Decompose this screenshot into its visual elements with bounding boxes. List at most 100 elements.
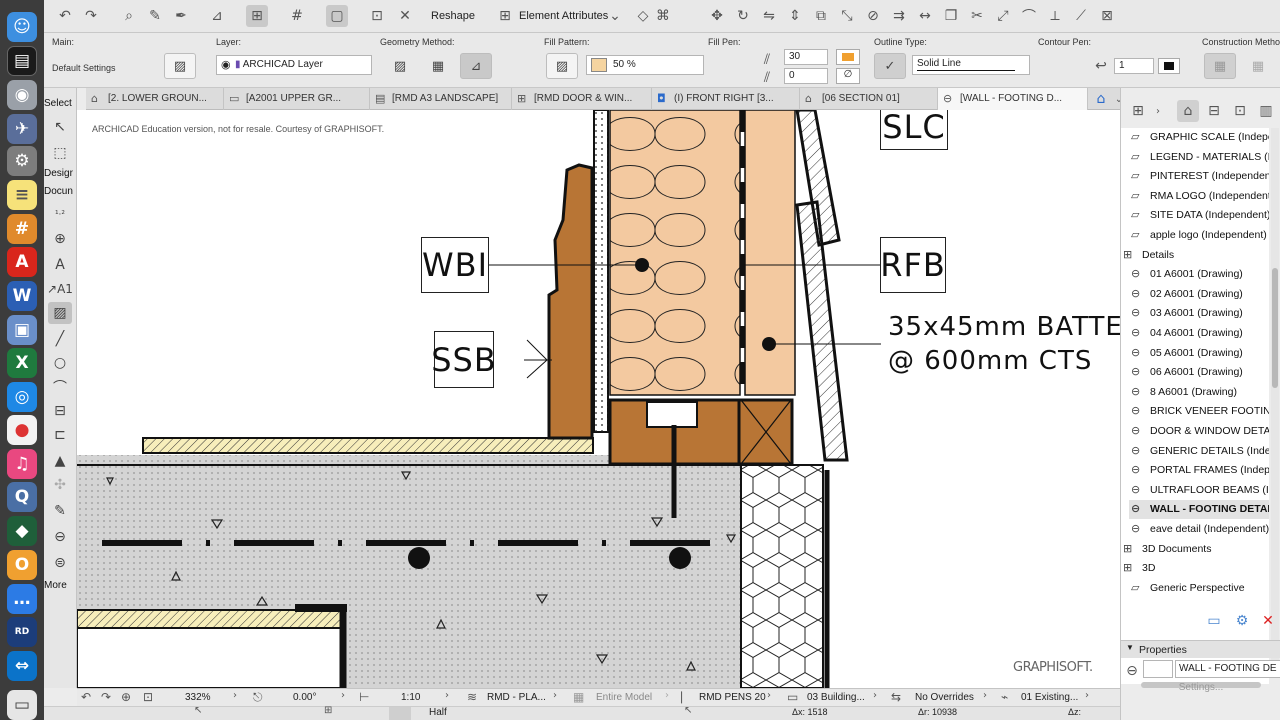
contour-pen-field[interactable]: 1: [1114, 58, 1154, 74]
navigator-item[interactable]: ⊖ GENERIC DETAILS (Independent): [1129, 442, 1269, 461]
navigator-item[interactable]: ⊖ WALL - FOOTING DETAIL: [1129, 500, 1269, 520]
properties-name-field[interactable]: WALL - FOOTING DE: [1175, 660, 1280, 678]
level-dimension-tool-icon[interactable]: ⊕: [48, 228, 72, 250]
fillet-icon[interactable]: ⌒: [1018, 5, 1040, 27]
construction-method-alt-icon[interactable]: ▦: [1242, 53, 1274, 79]
cursor-icon[interactable]: ↖: [194, 705, 202, 716]
system-preferences-icon[interactable]: ⚙: [7, 146, 37, 176]
navigator-item[interactable]: ▱ SITE DATA (Independent): [1129, 206, 1269, 225]
reshape-menu[interactable]: Reshape: [431, 10, 475, 22]
tab-a3-landscape[interactable]: ▤ [RMD A3 LANDSCAPE]: [370, 88, 512, 110]
drawing-canvas[interactable]: ARCHICAD Education version, not for resa…: [77, 110, 1120, 688]
settings-icon[interactable]: ⚙: [1231, 610, 1253, 632]
acrobat-icon[interactable]: A: [7, 247, 37, 277]
section-tool-icon[interactable]: ▲: [48, 450, 72, 472]
new-folder-icon[interactable]: ▭: [1203, 610, 1225, 632]
scroll-thumb[interactable]: [1272, 268, 1278, 388]
delete-icon[interactable]: ✕: [1257, 610, 1279, 632]
eyedropper-icon[interactable]: ◇: [632, 5, 654, 27]
navigator-item[interactable]: ▱ Generic Perspective: [1129, 579, 1269, 598]
navigator-item[interactable]: ⊖ BRICK VENEER FOOTING: [1129, 402, 1269, 421]
pen-set[interactable]: RMD PENS 20: [699, 692, 766, 703]
tab-lower-ground[interactable]: ⌂ [2. LOWER GROUN...: [86, 88, 224, 110]
drawing-tool-icon[interactable]: ⊟: [48, 400, 72, 422]
redo-zoom-icon[interactable]: ↷: [101, 690, 111, 704]
organizer-icon[interactable]: ▥: [1255, 100, 1277, 122]
text-tool-icon[interactable]: A: [48, 254, 72, 276]
safari-icon[interactable]: ◎: [7, 382, 37, 412]
stretch-icon[interactable]: ↔: [914, 5, 936, 27]
intersect-icon[interactable]: ⟂: [1044, 5, 1066, 27]
marquee-tool-icon[interactable]: ⬚: [48, 142, 72, 164]
navigator-folder[interactable]: ⊞ Details: [1121, 246, 1269, 265]
pick-up-icon[interactable]: ✎: [144, 5, 166, 27]
main-value[interactable]: Default Settings: [52, 63, 116, 73]
elevate-icon[interactable]: ⇕: [784, 5, 806, 27]
fill-pen-field[interactable]: 30: [784, 49, 828, 65]
special-snap-icon[interactable]: [389, 707, 411, 720]
line-tool-icon[interactable]: ╱: [48, 328, 72, 350]
label-tool-icon[interactable]: ↗A1: [47, 278, 73, 300]
navigator-folder[interactable]: ⊞ 3D: [1121, 559, 1269, 578]
snap-half-label[interactable]: Half: [429, 707, 447, 718]
project-map-icon[interactable]: ⊞: [1127, 100, 1149, 122]
navigator-item[interactable]: ⊖ 06 A6001 (Drawing): [1129, 363, 1269, 382]
navigator-item[interactable]: ⊖ 05 A6001 (Drawing): [1129, 344, 1269, 363]
navigator-folder[interactable]: ⊞ 3D Documents: [1121, 540, 1269, 559]
calculator-icon[interactable]: #: [7, 214, 37, 244]
navigator-item[interactable]: ⊖ 8 A6001 (Drawing): [1129, 383, 1269, 402]
navigator-item[interactable]: ▱ GRAPHIC SCALE (Independent): [1129, 128, 1269, 147]
chrome-icon[interactable]: ●: [7, 415, 37, 445]
chevron-right-icon[interactable]: ›: [873, 690, 877, 701]
word-icon[interactable]: W: [7, 281, 37, 311]
disk-utility-icon[interactable]: ◉: [7, 80, 37, 110]
navigator-item[interactable]: ▱ LEGEND - MATERIALS (Independent): [1129, 148, 1269, 167]
navigator-item[interactable]: ▱ apple logo (Independent): [1129, 226, 1269, 245]
navigator-item[interactable]: ▱ PINTEREST (Independent): [1129, 167, 1269, 186]
excel-icon[interactable]: X: [7, 348, 37, 378]
launchpad-icon[interactable]: ✈: [7, 114, 37, 144]
move-icon[interactable]: ✥: [706, 5, 728, 27]
grid-snap-icon[interactable]: #: [286, 5, 308, 27]
navigator-item[interactable]: ▱ RMA LOGO (Independent): [1129, 187, 1269, 206]
properties-header[interactable]: ▼ Properties: [1121, 640, 1280, 658]
snap-icon[interactable]: ⊞: [324, 705, 332, 716]
messages-icon[interactable]: …: [7, 584, 37, 614]
trim-icon[interactable]: ✂: [966, 5, 988, 27]
properties-id-field[interactable]: [1143, 660, 1173, 678]
worksheet-tool-icon[interactable]: ⊜: [48, 552, 72, 574]
tab-upper-ground[interactable]: ▭ [A2001 UPPER GR...: [224, 88, 370, 110]
construction-method-icon[interactable]: ▦: [1204, 53, 1236, 79]
drawing-scale[interactable]: 1:10: [401, 692, 420, 703]
geometry-polygon-icon[interactable]: ⊿: [460, 53, 492, 79]
navigator-item[interactable]: ⊖ 03 A6001 (Drawing): [1129, 304, 1269, 323]
split-icon[interactable]: ⊘: [862, 5, 884, 27]
navigator-item[interactable]: ⊖ 04 A6001 (Drawing): [1129, 324, 1269, 343]
fill-tool-icon[interactable]: ▨: [48, 302, 72, 324]
layer-select[interactable]: ◉ ▮ ARCHICAD Layer: [216, 55, 372, 75]
tab-door-window[interactable]: ⊞ [RMD DOOR & WIN...: [512, 88, 652, 110]
view-map-icon[interactable]: ⌂: [1177, 100, 1199, 122]
batten-note-line2[interactable]: @ 600mm CTS: [888, 346, 1092, 376]
undo-icon[interactable]: ↶: [54, 5, 76, 27]
element-attributes-menu[interactable]: Element Attributes: [519, 10, 608, 22]
cursor-snap-icon[interactable]: ⊡: [366, 5, 388, 27]
callout-wbi[interactable]: WBI: [421, 237, 489, 293]
navigator-item[interactable]: ⊖ DOOR & WINDOW DETAILS: [1129, 422, 1269, 441]
delta-x-readout[interactable]: Δx: 1518: [792, 707, 828, 717]
tab-front-right[interactable]: ◘ (I) FRONT RIGHT [3...: [652, 88, 800, 110]
hotspot-tool-icon[interactable]: ✣: [48, 474, 72, 496]
mirror-icon[interactable]: ⇋: [758, 5, 780, 27]
dimension-standard[interactable]: 03 Building...: [807, 692, 865, 703]
fill-pen-color[interactable]: [836, 49, 860, 65]
figure-tool-icon[interactable]: ⊏: [48, 424, 72, 446]
renovation-filter[interactable]: 01 Existing...: [1021, 692, 1078, 703]
geometry-rectangle-icon[interactable]: ▨: [384, 53, 416, 79]
outline-icon[interactable]: ✓: [874, 53, 906, 79]
tab-section-01[interactable]: ⌂ [06 SECTION 01]: [800, 88, 938, 110]
chevron-right-icon[interactable]: ›: [233, 690, 237, 701]
navigator-item[interactable]: ⊖ 01 A6001 (Drawing): [1129, 265, 1269, 284]
contour-pen-color[interactable]: [1158, 58, 1180, 74]
dimension-tool-icon[interactable]: ¹·²: [48, 204, 72, 226]
layer-combination[interactable]: RMD - PLA...: [487, 692, 546, 703]
